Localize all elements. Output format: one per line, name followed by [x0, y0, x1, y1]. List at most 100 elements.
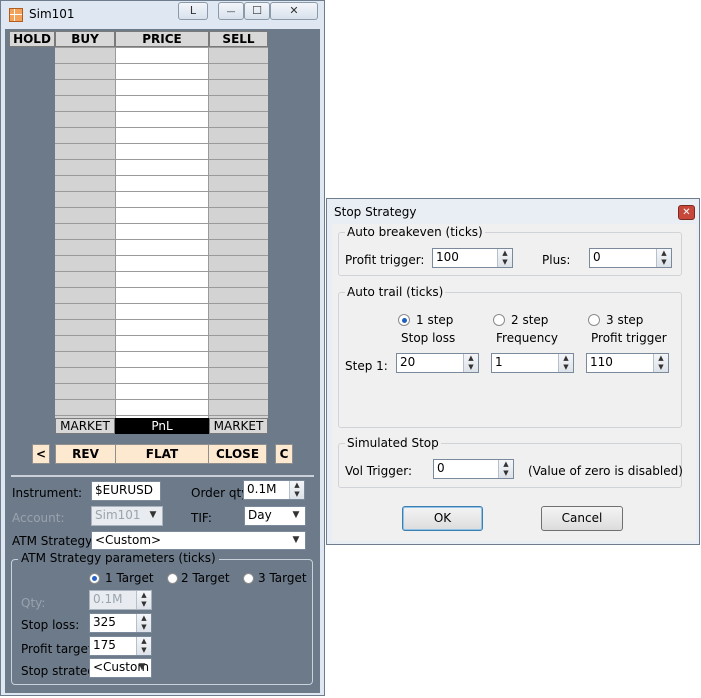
- order-qty-spin[interactable]: ▲ ▼: [289, 481, 304, 499]
- spin-down-icon[interactable]: ▼: [657, 258, 671, 267]
- c-button[interactable]: C: [275, 444, 293, 464]
- spin-buttons[interactable]: ▲ ▼: [656, 249, 671, 267]
- account-select: Sim101 ▼: [91, 506, 163, 526]
- qty-label: Qty:: [21, 596, 46, 610]
- spin-buttons[interactable]: ▲ ▼: [653, 354, 668, 372]
- chevron-down-icon: ▼: [138, 662, 146, 672]
- close-button[interactable]: ✕: [270, 2, 318, 20]
- stop-loss-value: 325: [93, 615, 116, 629]
- plus-stepper[interactable]: 0 ▲ ▼: [589, 248, 672, 268]
- spin-down-icon[interactable]: ▼: [559, 363, 573, 372]
- sell-column[interactable]: [209, 47, 268, 418]
- qty-spin: ▲ ▼: [136, 591, 151, 609]
- spin-down-icon[interactable]: ▼: [499, 469, 513, 478]
- order-qty-stepper[interactable]: 0.1M ▲ ▼: [243, 480, 305, 500]
- spin-down-icon[interactable]: ▼: [137, 623, 151, 632]
- title-bar[interactable]: Sim101 L — ☐ ✕: [1, 1, 324, 29]
- two-step-radio[interactable]: [493, 314, 505, 326]
- profit-target-label: Profit target:: [21, 642, 97, 656]
- spin-down-icon[interactable]: ▼: [464, 363, 478, 372]
- target-2-label[interactable]: 2 Target: [181, 571, 230, 585]
- l-button[interactable]: L: [178, 2, 208, 20]
- instrument-input[interactable]: $EURUSD: [91, 481, 161, 501]
- breakeven-profit-trigger-value: 100: [436, 250, 459, 264]
- spin-up-icon[interactable]: ▲: [654, 354, 668, 363]
- hold-header[interactable]: HOLD: [9, 31, 55, 47]
- rev-button[interactable]: REV: [55, 444, 116, 464]
- minimize-button[interactable]: —: [218, 2, 244, 20]
- spin-up-icon[interactable]: ▲: [290, 481, 304, 490]
- stop-loss-stepper[interactable]: 325 ▲ ▼: [89, 613, 152, 633]
- dialog-title: Stop Strategy: [334, 205, 417, 219]
- target-3-radio[interactable]: [243, 573, 254, 584]
- spin-buttons[interactable]: ▲ ▼: [558, 354, 573, 372]
- target-1-label[interactable]: 1 Target: [105, 571, 154, 585]
- dialog-close-button[interactable]: ✕: [678, 205, 695, 220]
- spin-up-icon[interactable]: ▲: [657, 249, 671, 258]
- two-step-label[interactable]: 2 step: [511, 313, 548, 327]
- frequency-col-header: Frequency: [496, 331, 558, 345]
- trail-frequency-value: 1: [495, 355, 503, 369]
- atm-strategy-value: <Custom>: [95, 533, 162, 547]
- target-3-label[interactable]: 3 Target: [258, 571, 307, 585]
- action-bar: < REV FLAT CLOSE C: [32, 444, 294, 464]
- buy-market-button[interactable]: MARKET: [55, 418, 115, 434]
- profit-trigger-label: Profit trigger:: [345, 253, 425, 267]
- three-step-label[interactable]: 3 step: [606, 313, 643, 327]
- profit-target-spin[interactable]: ▲ ▼: [136, 637, 151, 655]
- three-step-radio[interactable]: [588, 314, 600, 326]
- pnl-display: PnL: [115, 418, 209, 434]
- spin-down-icon[interactable]: ▼: [498, 258, 512, 267]
- stop-loss-spin[interactable]: ▲ ▼: [136, 614, 151, 632]
- maximize-button[interactable]: ☐: [244, 2, 270, 20]
- spin-up-icon[interactable]: ▲: [559, 354, 573, 363]
- trail-profit-trigger-stepper[interactable]: 110 ▲ ▼: [586, 353, 669, 373]
- auto-breakeven-title: Auto breakeven (ticks): [345, 225, 485, 239]
- sell-header: SELL: [209, 31, 268, 47]
- spin-up-icon[interactable]: ▲: [498, 249, 512, 258]
- close-position-button[interactable]: CLOSE: [208, 444, 267, 464]
- auto-trail-title: Auto trail (ticks): [345, 285, 446, 299]
- trail-frequency-stepper[interactable]: 1 ▲ ▼: [491, 353, 574, 373]
- main-content: HOLD BUY MARKET PRICE PnL SELL MARKET < …: [5, 29, 320, 693]
- breakeven-profit-trigger-stepper[interactable]: 100 ▲ ▼: [432, 248, 513, 268]
- spin-down-icon[interactable]: ▼: [137, 646, 151, 655]
- qty-value: 0.1M: [93, 592, 123, 606]
- price-ladder: HOLD BUY MARKET PRICE PnL SELL MARKET: [9, 31, 268, 434]
- stop-strategy-select[interactable]: <Custom ▼: [89, 658, 152, 678]
- spin-up-icon[interactable]: ▲: [464, 354, 478, 363]
- ok-button[interactable]: OK: [402, 506, 483, 531]
- spin-buttons[interactable]: ▲ ▼: [497, 249, 512, 267]
- tif-value: Day: [248, 508, 272, 522]
- divider: [11, 475, 314, 477]
- spin-buttons[interactable]: ▲ ▼: [463, 354, 478, 372]
- sell-market-button[interactable]: MARKET: [209, 418, 268, 434]
- spin-up-icon[interactable]: ▲: [499, 460, 513, 469]
- flat-button[interactable]: FLAT: [115, 444, 209, 464]
- close-icon: ✕: [289, 4, 299, 17]
- one-step-label[interactable]: 1 step: [416, 313, 453, 327]
- minimize-icon: —: [226, 7, 236, 17]
- instrument-label: Instrument:: [12, 486, 83, 500]
- trail-stop-loss-stepper[interactable]: 20 ▲ ▼: [396, 353, 479, 373]
- chevron-down-icon: ▼: [292, 510, 300, 520]
- buy-column[interactable]: [55, 47, 115, 418]
- spin-buttons[interactable]: ▲ ▼: [498, 460, 513, 478]
- target-1-radio[interactable]: [89, 573, 100, 584]
- scroll-left-button[interactable]: <: [32, 444, 50, 464]
- atm-strategy-select[interactable]: <Custom> ▼: [91, 531, 306, 550]
- tif-select[interactable]: Day ▼: [244, 506, 306, 526]
- one-step-radio[interactable]: [398, 314, 410, 326]
- close-icon: ✕: [682, 207, 691, 218]
- profit-target-stepper[interactable]: 175 ▲ ▼: [89, 636, 152, 656]
- price-column[interactable]: [115, 47, 209, 418]
- trail-stop-loss-value: 20: [400, 355, 416, 369]
- vol-trigger-stepper[interactable]: 0 ▲ ▼: [433, 459, 514, 479]
- spin-down-icon[interactable]: ▼: [290, 490, 304, 499]
- cancel-button[interactable]: Cancel: [541, 506, 623, 531]
- target-2-radio[interactable]: [167, 573, 178, 584]
- spin-down-icon[interactable]: ▼: [654, 363, 668, 372]
- stop-strategy-dialog: Stop Strategy ✕ Auto breakeven (ticks) P…: [326, 198, 700, 545]
- spin-up-icon[interactable]: ▲: [137, 637, 151, 646]
- spin-up-icon[interactable]: ▲: [137, 614, 151, 623]
